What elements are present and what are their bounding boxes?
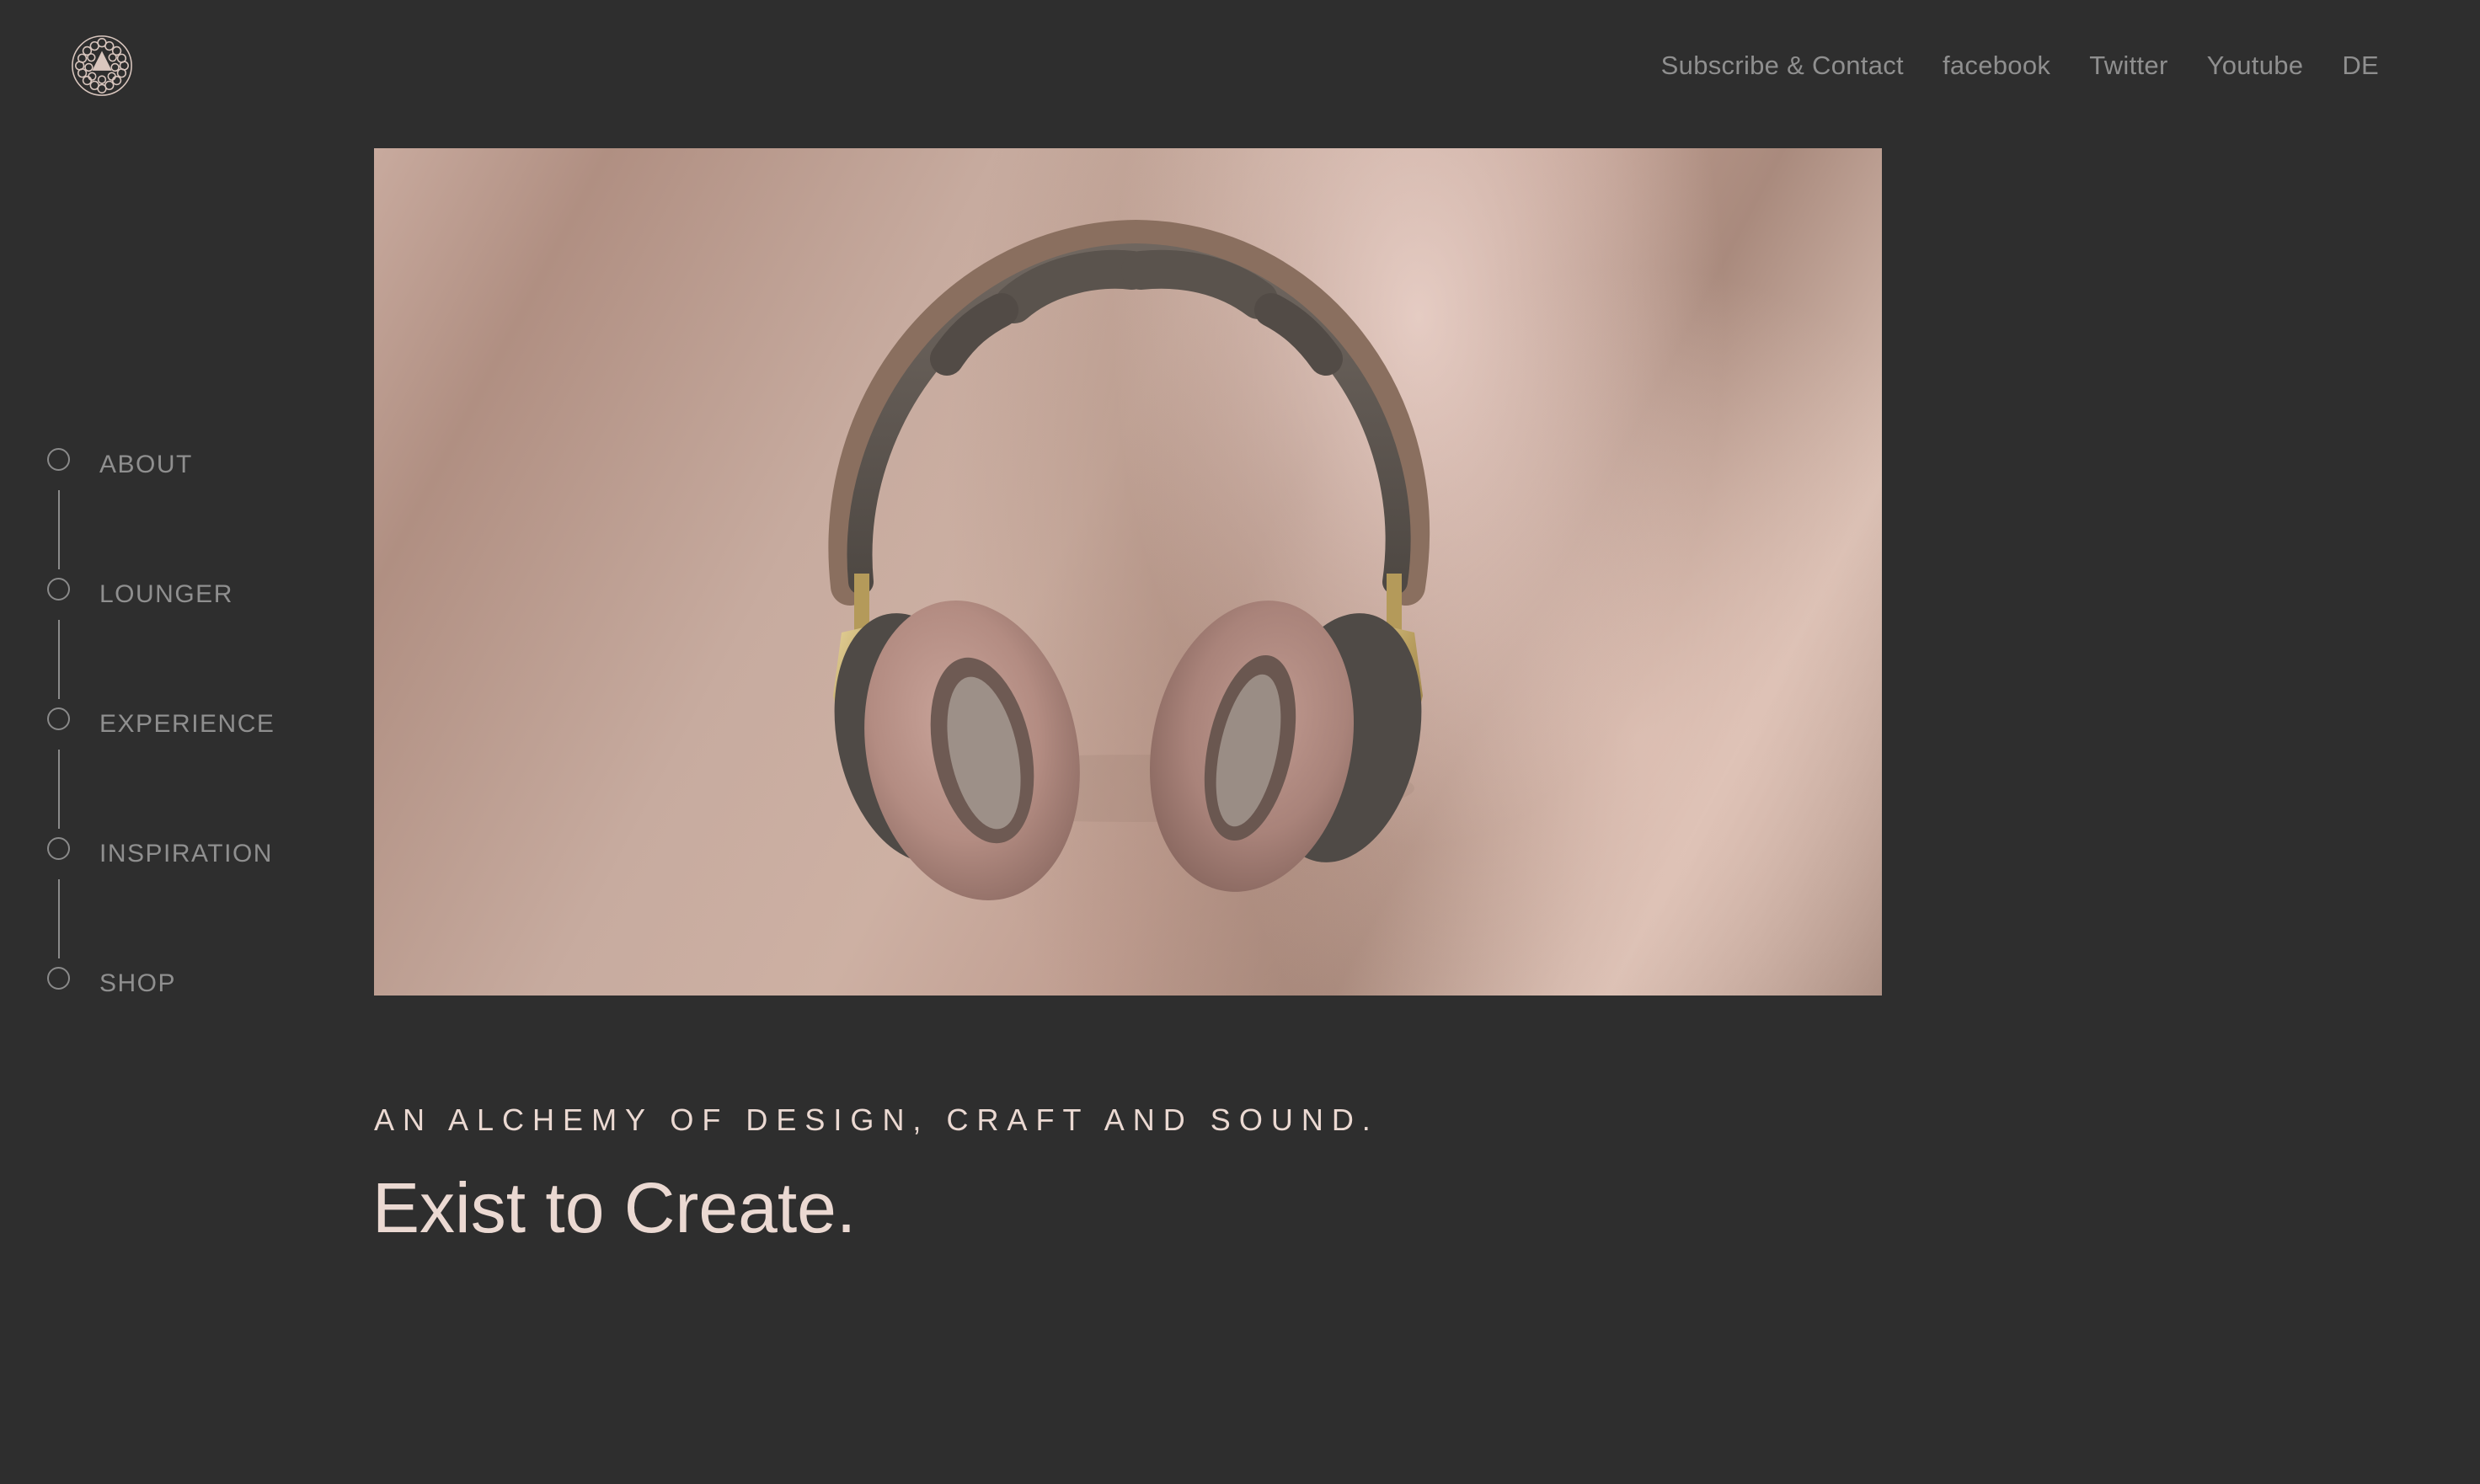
nav-facebook-link[interactable]: facebook [1943, 45, 2050, 86]
circle-icon [47, 448, 70, 471]
connector-line [58, 750, 60, 829]
sidenav-label: EXPERIENCE [99, 710, 275, 738]
nav-youtube-link[interactable]: Youtube [2207, 45, 2304, 86]
hexagon-pattern-logo [72, 35, 132, 96]
language-switch-de[interactable]: DE [2342, 45, 2379, 86]
sidenav-label: LOUNGER [99, 580, 233, 608]
sidenav-item-inspiration[interactable]: INSPIRATION [47, 837, 300, 967]
sidenav-item-about[interactable]: ABOUT [47, 448, 300, 578]
circle-icon [47, 707, 70, 730]
headphones-image [828, 219, 1430, 900]
page: Subscribe & Contact facebook Twitter You… [0, 0, 2480, 1484]
circle-icon [47, 967, 70, 990]
sidenav-item-lounger[interactable]: LOUNGER [47, 578, 300, 707]
nav-subscribe-contact-link[interactable]: Subscribe & Contact [1661, 45, 1904, 86]
connector-line [58, 620, 60, 699]
sidenav-label: SHOP [99, 969, 177, 997]
nav-twitter-link[interactable]: Twitter [2089, 45, 2167, 86]
sidenav-item-experience[interactable]: EXPERIENCE [47, 707, 300, 837]
circle-icon [47, 837, 70, 860]
section-navigation: ABOUT LOUNGER EXPERIENCE INSPIRATION SHO… [47, 448, 300, 1001]
sidenav-label: INSPIRATION [99, 840, 273, 867]
top-navigation: Subscribe & Contact facebook Twitter You… [1661, 45, 2379, 86]
circle-icon [47, 578, 70, 601]
tagline: AN ALCHEMY OF DESIGN, CRAFT AND SOUND. [374, 1102, 1379, 1137]
hero-image [374, 148, 1882, 996]
sidenav-item-shop[interactable]: SHOP [47, 967, 300, 1001]
connector-line [58, 879, 60, 958]
connector-line [58, 490, 60, 569]
sidenav-label: ABOUT [99, 451, 193, 478]
page-title: Exist to Create. [372, 1168, 857, 1247]
logo-icon[interactable] [69, 32, 135, 99]
